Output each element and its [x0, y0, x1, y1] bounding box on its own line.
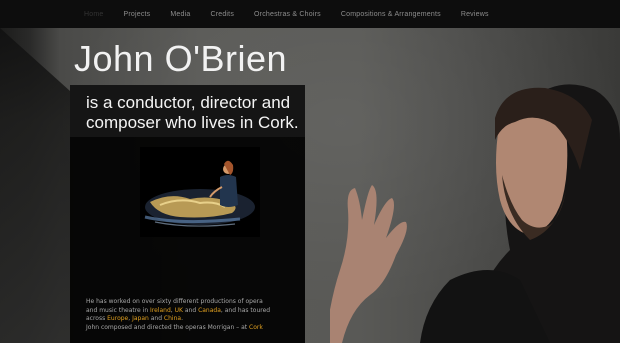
intro-panel: is a conductor, director and composer wh… — [70, 85, 305, 343]
bio-line: and music theatre in Ireland, UK and Can… — [86, 307, 301, 316]
bio-text-segment: John composed and directed the operas Mo… — [86, 323, 250, 331]
bio-text-segment: and — [148, 315, 164, 323]
tagline: is a conductor, director and composer wh… — [86, 93, 299, 132]
link-uk[interactable]: UK — [175, 307, 183, 314]
bio-text-segment: and music theatre in — [86, 306, 151, 314]
bio-text-segment: and — [182, 306, 199, 314]
bio-line: across Europe, Japan and China. — [86, 315, 301, 324]
link-china[interactable]: China — [164, 315, 181, 322]
page-title: John O'Brien — [74, 38, 287, 79]
link-europe[interactable]: Europe — [107, 315, 128, 322]
nav-compositions[interactable]: Compositions & Arrangements — [341, 11, 441, 18]
nav-media[interactable]: Media — [170, 11, 190, 18]
nav-reviews[interactable]: Reviews — [461, 11, 489, 18]
main-nav: Home Projects Media Credits Orchestras &… — [0, 0, 620, 28]
wall-shadow — [0, 28, 70, 343]
conductor-portrait — [330, 84, 620, 343]
link-cork[interactable]: Cork — [249, 324, 263, 331]
nav-home[interactable]: Home — [84, 11, 103, 18]
bio-text-segment: , and has toured — [220, 306, 271, 314]
link-ireland[interactable]: Ireland — [150, 307, 171, 314]
bio-line: John composed and directed the operas Mo… — [86, 324, 301, 333]
bio-text-segment: across — [86, 315, 108, 323]
link-canada[interactable]: Canada — [198, 307, 221, 314]
link-japan[interactable]: Japan — [132, 315, 149, 322]
bio-text-segment: . — [181, 315, 183, 323]
opera-stage-photo — [140, 147, 260, 237]
nav-orchestras-choirs[interactable]: Orchestras & Choirs — [254, 11, 321, 18]
bio-line: He has worked on over sixty different pr… — [86, 298, 263, 305]
nav-projects[interactable]: Projects — [123, 11, 150, 18]
nav-credits[interactable]: Credits — [210, 11, 234, 18]
bio-text: He has worked on over sixty different pr… — [86, 298, 301, 332]
